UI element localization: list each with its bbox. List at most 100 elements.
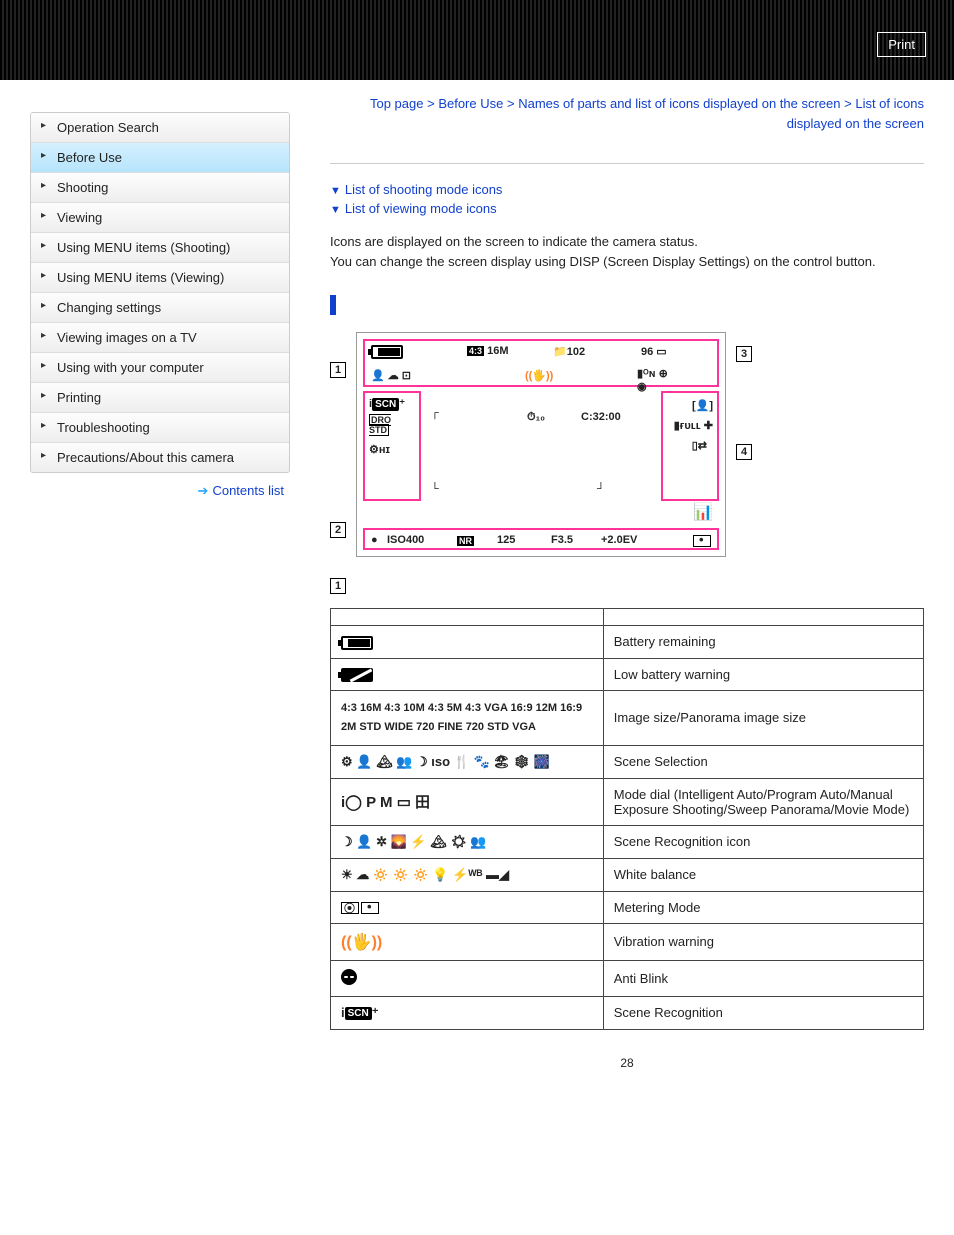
header-band: Print (0, 0, 954, 80)
icon-table: Battery remaining Low battery warning 4:… (330, 608, 924, 1030)
anchor-viewing-icons[interactable]: List of viewing mode icons (345, 201, 497, 216)
sidebar-item-tv[interactable]: Viewing images on a TV (31, 323, 289, 353)
diagram-folder: 📁102 (553, 345, 585, 358)
arrow-right-icon: ➔ (198, 483, 209, 498)
diagram-vibration-icon: ((🖐)) (525, 369, 553, 382)
sidebar-item-changing-settings[interactable]: Changing settings (31, 293, 289, 323)
sidebar-item-menu-shooting[interactable]: Using MENU items (Shooting) (31, 233, 289, 263)
battery-icon (371, 345, 403, 359)
sidebar: Operation Search Before Use Shooting Vie… (30, 94, 290, 1070)
table-row: Anti Blink (331, 960, 924, 996)
contents-list-wrap: ➔Contents list (30, 483, 290, 499)
desc-white-balance: White balance (603, 858, 923, 891)
diagram-size: 4:3 4:3 16M16M (467, 345, 508, 357)
desc-image-size: Image size/Panorama image size (603, 691, 923, 745)
diagram-ev: +2.0EV (601, 534, 637, 546)
table-row: ((🖐)) Vibration warning (331, 923, 924, 960)
diagram-iso: ISO400 (387, 534, 424, 546)
icon-metering-mode (331, 891, 604, 923)
diagram-fnum: F3.5 (551, 534, 573, 546)
down-arrow-icon: ▼ (330, 204, 341, 216)
contents-list-link[interactable]: Contents list (212, 483, 284, 498)
intro-line2: You can change the screen display using … (330, 252, 924, 272)
diagram-callout-3: 3 (736, 346, 752, 362)
table-row: Low battery warning (331, 658, 924, 691)
table-row: Metering Mode (331, 891, 924, 923)
frame-bl: └ (431, 483, 439, 495)
breadcrumb-top[interactable]: Top page (370, 96, 424, 111)
sidebar-item-menu-viewing[interactable]: Using MENU items (Viewing) (31, 263, 289, 293)
diagram-nr: NR (457, 536, 474, 546)
diagram-remaining: 96 ▭ (641, 345, 667, 358)
sidebar-item-before-use[interactable]: Before Use (31, 143, 289, 173)
desc-scene-recognition-icon: Scene Recognition icon (603, 825, 923, 858)
col-display (331, 609, 604, 626)
table-row: i◯ P M ▭ 田 Mode dial (Intelligent Auto/P… (331, 778, 924, 825)
screen-diagram: 4:3 4:3 16M16M 📁102 96 ▭ 👤 ☁ ⊡ ((🖐)) ▮ᴼɴ… (356, 332, 726, 557)
sidebar-item-printing[interactable]: Printing (31, 383, 289, 413)
desc-scene-selection: Scene Selection (603, 745, 923, 778)
diagram-histogram: 📊 (693, 502, 713, 522)
region-1-label: 1 (330, 577, 924, 594)
diagram-full: ▮ғᴜʟʟ ✚ (674, 419, 713, 432)
diagram-face-off: [👤] (692, 399, 713, 412)
icon-white-balance: ☀ ☁ 🔅 🔅 🔅 💡 ⚡ᵂᴮ ▬◢ (331, 858, 604, 891)
sidebar-item-precautions[interactable]: Precautions/About this camera (31, 443, 289, 472)
diagram-callout-1: 1 (330, 362, 346, 378)
icon-vibration-warning: ((🖐)) (331, 923, 604, 960)
intro-text: Icons are displayed on the screen to ind… (330, 232, 924, 271)
intro-line1: Icons are displayed on the screen to ind… (330, 232, 924, 252)
diagram-burst: ⚙ʜɪ (369, 443, 390, 456)
icon-scene-recognition: ☽ 👤 ✲ 🌄 ⚡ 🏔 ☀ 👥 (331, 825, 604, 858)
diagram-face-icon: 👤 ☁ ⊡ (371, 369, 411, 382)
diagram-timer: ⏱₁₀ (527, 411, 545, 424)
sidebar-item-shooting[interactable]: Shooting (31, 173, 289, 203)
table-header-row (331, 609, 924, 626)
sidebar-item-computer[interactable]: Using with your computer (31, 353, 289, 383)
anchor-shooting-icons[interactable]: List of shooting mode icons (345, 182, 503, 197)
table-row: ☽ 👤 ✲ 🌄 ⚡ 🏔 ☀ 👥 Scene Recognition icon (331, 825, 924, 858)
side-nav: Operation Search Before Use Shooting Vie… (30, 112, 290, 473)
desc-mode-dial: Mode dial (Intelligent Auto/Program Auto… (603, 778, 923, 825)
page-number: 28 (330, 1056, 924, 1070)
diagram-iscn: iSCN⁺ (369, 397, 405, 411)
diagram-rec: ● (371, 534, 378, 546)
diagram-misc-icons: ▮ᴼɴ ⊕◉ (637, 367, 668, 393)
anchor-links: ▼ List of shooting mode icons ▼ List of vi… (330, 182, 924, 220)
icon-anti-blink (331, 960, 604, 996)
desc-low-battery: Low battery warning (603, 658, 923, 691)
breadcrumb-names[interactable]: Names of parts and list of icons display… (518, 96, 840, 111)
diagram-code: C:32:00 (581, 411, 621, 423)
down-arrow-icon: ▼ (330, 185, 341, 197)
icon-mode-dial: i◯ P M ▭ 田 (331, 778, 604, 825)
icon-image-size: 4:3 16M 4:3 10M 4:3 5M 4:3 VGA 16:9 12M … (331, 691, 604, 745)
diagram-callout-2: 2 (330, 522, 346, 538)
desc-scene-recognition: Scene Recognition (603, 996, 923, 1029)
frame-br: ┘ (597, 483, 605, 495)
sidebar-item-operation-search[interactable]: Operation Search (31, 113, 289, 143)
breadcrumb-before-use[interactable]: Before Use (438, 96, 503, 111)
diagram-meter-icon (693, 535, 713, 547)
print-button[interactable]: Print (877, 32, 926, 57)
icon-low-battery (331, 658, 604, 691)
breadcrumb: Top page > Before Use > Names of parts a… (330, 94, 924, 133)
desc-anti-blink: Anti Blink (603, 960, 923, 996)
diagram-dro: DROSTD (369, 415, 391, 435)
icon-battery-remaining (331, 626, 604, 659)
diagram-shutter: 125 (497, 534, 515, 546)
sidebar-item-viewing[interactable]: Viewing (31, 203, 289, 233)
icon-scene-recognition-mode: iSCN⁺ (331, 996, 604, 1029)
table-row: iSCN⁺ Scene Recognition (331, 996, 924, 1029)
desc-metering-mode: Metering Mode (603, 891, 923, 923)
sidebar-item-troubleshooting[interactable]: Troubleshooting (31, 413, 289, 443)
icon-scene-selection: ⚙ 👤 🏔 👥 ☽ ιsο 🍴 🐾 🏖 ❄ 🎆 (331, 745, 604, 778)
table-row: Battery remaining (331, 626, 924, 659)
diagram-card: ▯⇄ (692, 439, 707, 452)
main-content: Top page > Before Use > Names of parts a… (290, 94, 924, 1070)
desc-vibration-warning: Vibration warning (603, 923, 923, 960)
divider (330, 163, 924, 164)
frame-tl: ┌ (431, 407, 439, 419)
table-row: ⚙ 👤 🏔 👥 ☽ ιsο 🍴 🐾 🏖 ❄ 🎆 Scene Selection (331, 745, 924, 778)
table-row: 4:3 16M 4:3 10M 4:3 5M 4:3 VGA 16:9 12M … (331, 691, 924, 745)
col-indication (603, 609, 923, 626)
